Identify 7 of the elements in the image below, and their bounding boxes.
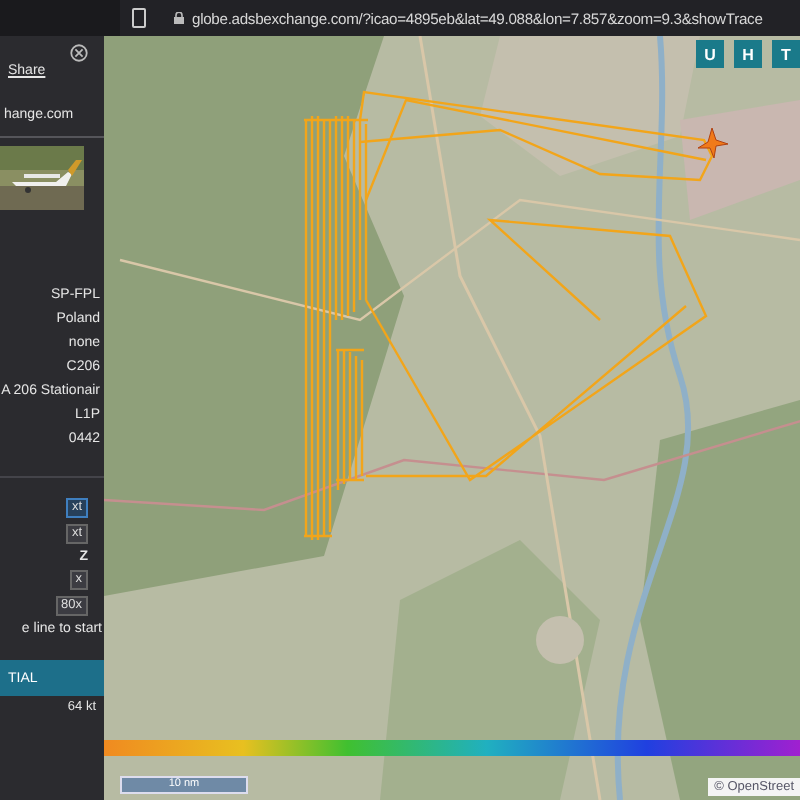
aircraft-icon[interactable] bbox=[697, 127, 729, 159]
lock-icon bbox=[174, 12, 184, 24]
layer-button[interactable]: T bbox=[772, 40, 800, 68]
close-icon[interactable] bbox=[70, 44, 88, 62]
layer-button[interactable]: H bbox=[734, 40, 762, 68]
page-icon[interactable] bbox=[132, 8, 146, 28]
layer-button[interactable]: U bbox=[696, 40, 724, 68]
